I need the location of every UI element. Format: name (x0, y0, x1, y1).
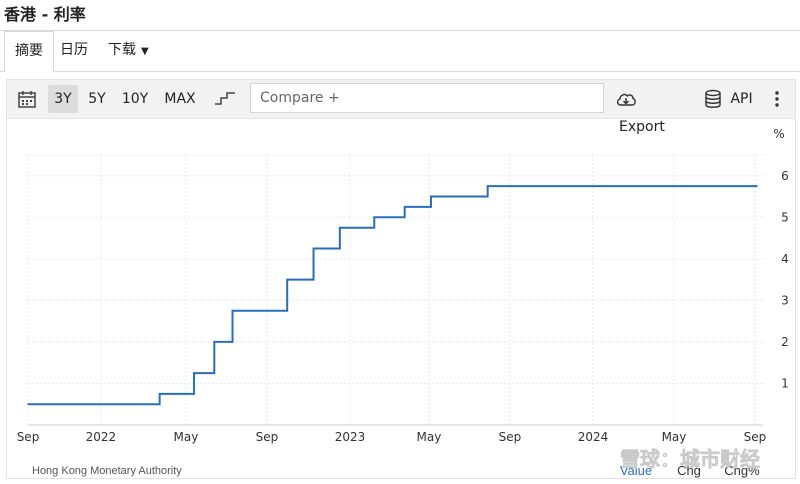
x-tick-label: May (662, 430, 687, 444)
data-point (286, 278, 289, 281)
data-point (27, 403, 29, 406)
series-line (28, 185, 757, 406)
y-axis-ticks: 1 2 3 4 5 6 (781, 169, 789, 391)
x-tick-label: May (174, 430, 199, 444)
x-tick-label: 2023 (335, 430, 366, 444)
data-point (430, 195, 432, 198)
y-tick-label: 2 (781, 335, 789, 349)
x-axis-ticks: Sep 2022 May Sep 2023 May Sep 2024 May Sep (17, 430, 767, 444)
x-tick-label: Sep (17, 430, 40, 444)
y-tick-label: 5 (781, 210, 789, 224)
chart-plot: % 123456 Sep 2022 May Sep 2023 May Sep 2024 May S… (17, 127, 789, 478)
data-point (193, 372, 195, 374)
x-tick-label: Sep (499, 430, 522, 444)
y-tick-label: 6 (781, 169, 789, 183)
y-unit-label: % (773, 127, 784, 141)
x-tick-label: 2022 (86, 430, 117, 444)
data-point (486, 185, 489, 187)
data-point (403, 206, 406, 208)
x-tick-label: Sep (256, 430, 279, 444)
data-point (231, 309, 234, 312)
y-tick-label: 4 (781, 252, 789, 266)
x-tick-label: May (417, 430, 442, 444)
watermark-text: 雪球：城市财经 (620, 447, 760, 471)
source-label: Hong Kong Monetary Authority (32, 465, 182, 477)
y-tick-label: 3 (781, 293, 789, 307)
x-tick-label: 2024 (578, 430, 609, 444)
x-tick-label: Sep (744, 430, 767, 444)
data-point (158, 393, 161, 395)
data-point (339, 226, 341, 229)
y-tick-label: 1 (781, 376, 789, 390)
data-point (312, 247, 315, 250)
data-point (756, 185, 758, 187)
chart-grid (27, 154, 765, 426)
chart-series (27, 185, 758, 406)
data-point (213, 341, 216, 343)
data-point (373, 216, 376, 219)
